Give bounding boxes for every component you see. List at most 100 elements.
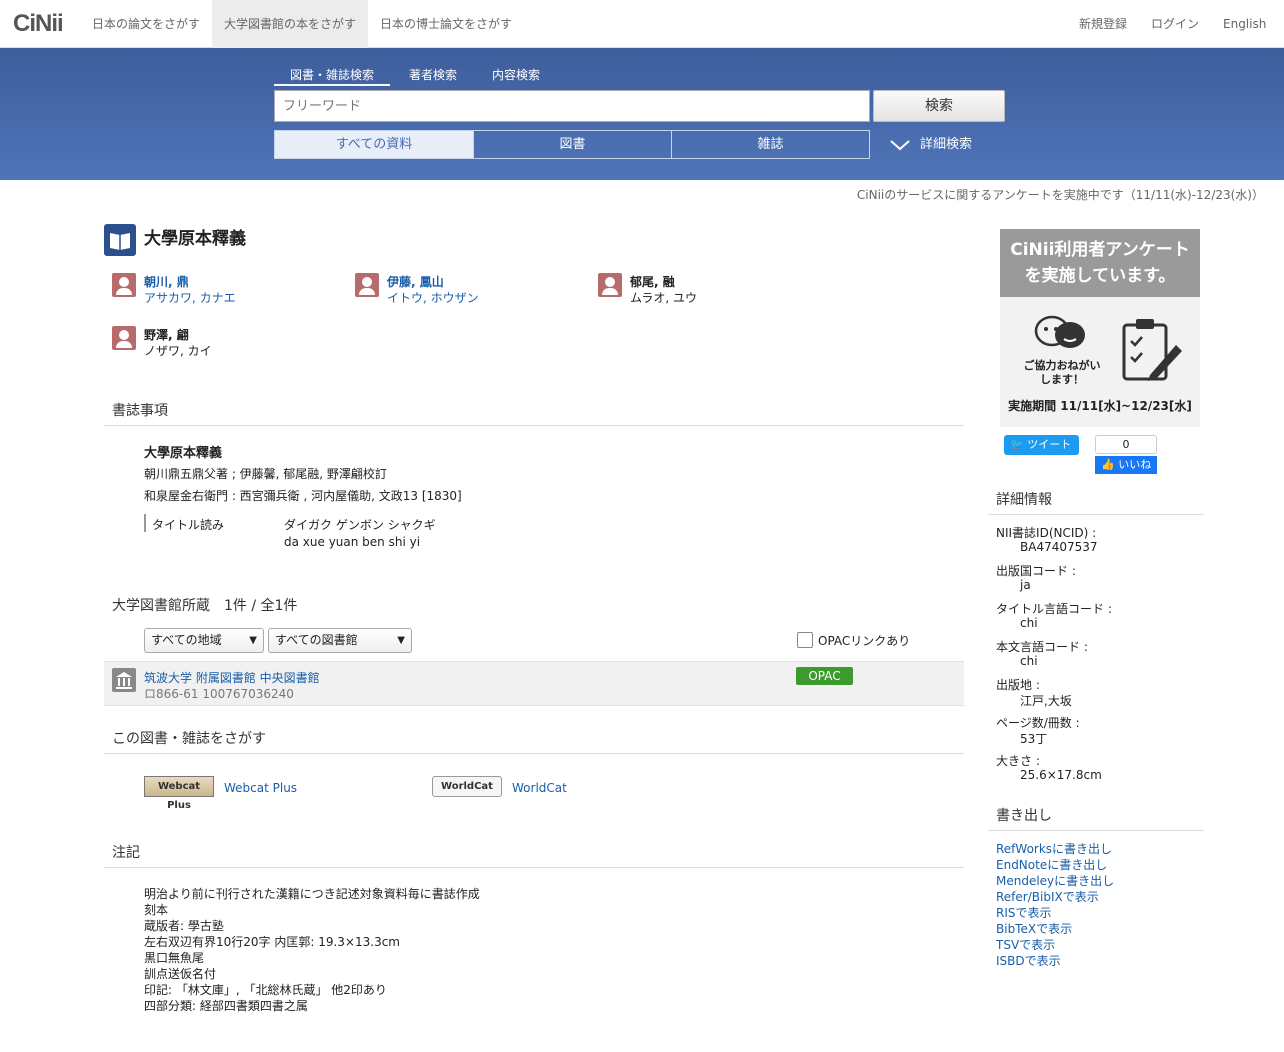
tab-content-search[interactable]: 内容検索	[492, 66, 540, 83]
worldcat-link[interactable]: WorldCat	[512, 781, 567, 795]
search-input[interactable]	[274, 90, 870, 122]
opac-checkbox[interactable]	[797, 632, 813, 648]
bib-responsibility: 朝川鼎五鼎父著 ; 伊藤馨, 郁尾融, 野澤翩校訂	[144, 467, 387, 481]
details-heading: 詳細情報	[996, 492, 1052, 508]
author-name-link[interactable]: 伊藤, 鳳山	[387, 273, 444, 290]
author-item: 野澤, 翩 ノザワ, カイ	[112, 326, 332, 360]
detail-label-size: 大きさ :	[996, 754, 1040, 768]
filter-all[interactable]: すべての資料	[274, 130, 474, 159]
author-name: 野澤, 翩	[144, 328, 189, 342]
detail-label-text-lang: 本文言語コード :	[996, 640, 1088, 654]
bib-publication: 和泉屋金右衛門 : 西宮彌兵衛 , 河内屋儀助, 文政13 [1830]	[144, 489, 462, 503]
opac-button[interactable]: OPAC	[796, 667, 853, 685]
detail-value-text-lang: chi	[1020, 654, 1038, 668]
library-select[interactable]: すべての図書館 ▼	[268, 628, 412, 653]
export-refworks-link[interactable]: RefWorksに書き出し	[996, 840, 1112, 857]
author-kana-link[interactable]: アサカワ, カナエ	[144, 289, 236, 306]
chevron-down-icon: ▼	[249, 635, 257, 646]
detail-value-pages: 53丁	[1020, 732, 1048, 746]
export-mendeley-link[interactable]: Mendeleyに書き出し	[996, 872, 1114, 889]
export-isbd-link[interactable]: ISBDで表示	[996, 952, 1061, 969]
chevron-down-icon: ▼	[397, 635, 405, 646]
library-icon	[112, 668, 136, 692]
region-select[interactable]: すべての地域 ▼	[144, 628, 264, 653]
library-select-value: すべての図書館	[275, 633, 358, 647]
person-icon	[112, 273, 136, 297]
detail-value-place: 江戸,大坂	[1020, 694, 1072, 708]
english-link[interactable]: English	[1223, 0, 1266, 48]
filter-journals[interactable]: 雑誌	[671, 130, 870, 159]
note-line: 蔵版者: 學古塾	[144, 919, 224, 933]
banner-heading: CiNii利用者アンケート を実施しています。	[1000, 229, 1200, 297]
call-number: ロ866-61 100767036240	[144, 687, 294, 701]
clipboard-icon	[1122, 319, 1182, 381]
export-refer-link[interactable]: Refer/BibIXで表示	[996, 888, 1099, 905]
author-kana-link[interactable]: イトウ, ホウザン	[387, 289, 479, 306]
like-label: いいね	[1118, 458, 1152, 471]
advanced-search-label: 詳細検索	[920, 137, 973, 152]
divider	[988, 830, 1204, 831]
login-link[interactable]: ログイン	[1151, 0, 1199, 48]
detail-label-place: 出版地 :	[996, 678, 1040, 692]
banner-caption: ご協力おねがい します！	[1022, 359, 1102, 387]
note-line: 刻本	[144, 903, 169, 917]
library-link[interactable]: 筑波大学 附属図書館 中央図書館	[144, 669, 320, 686]
note-line: 左右双辺有界10行20字 内匡郭: 19.3×13.3cm	[144, 935, 400, 949]
detail-value-ncid: BA47407537	[1020, 540, 1098, 554]
export-bibtex-link[interactable]: BibTeXで表示	[996, 920, 1072, 937]
like-button[interactable]: 👍 いいね	[1095, 456, 1157, 474]
divider	[104, 753, 964, 754]
author-kana: ノザワ, カイ	[144, 344, 212, 358]
detail-value-size: 25.6×17.8cm	[1020, 768, 1102, 782]
person-icon	[355, 273, 379, 297]
chat-bubbles-icon	[1034, 315, 1085, 348]
webcat-plus-link[interactable]: Webcat Plus	[224, 781, 297, 795]
filter-books[interactable]: 図書	[473, 130, 672, 159]
top-nav: CiNii 日本の論文をさがす 大学図書館の本をさがす 日本の博士論文をさがす …	[0, 0, 1284, 48]
author-item: 伊藤, 鳳山 イトウ, ホウザン	[355, 273, 575, 307]
export-tsv-link[interactable]: TSVで表示	[996, 936, 1055, 953]
worldcat-logo[interactable]: WorldCat	[432, 776, 502, 797]
book-icon	[104, 224, 136, 256]
tab-author-search[interactable]: 著者検索	[409, 66, 457, 83]
tab-book-search[interactable]: 図書・雑誌検索	[290, 66, 374, 83]
webcat-plus-logo[interactable]: Webcat Plus	[144, 776, 214, 811]
survey-notice[interactable]: CiNiiのサービスに関するアンケートを実施中です（11/11(水)-12/23…	[857, 186, 1264, 203]
detail-label-country: 出版国コード :	[996, 564, 1076, 578]
note-line: 四部分類: 経部四書類四書之属	[144, 999, 308, 1013]
nav-tab-dissertations[interactable]: 日本の博士論文をさがす	[368, 0, 524, 48]
author-item: 朝川, 鼎 アサカワ, カナエ	[112, 273, 332, 307]
author-item: 郁尾, 融 ムラオ, ユウ	[598, 273, 818, 307]
survey-banner[interactable]: CiNii利用者アンケート を実施しています。 ご協力おねがい します！ 実施期…	[1000, 229, 1200, 427]
search-button[interactable]: 検索	[873, 90, 1005, 122]
export-ris-link[interactable]: RISで表示	[996, 904, 1052, 921]
thumbs-up-icon: 👍	[1101, 458, 1115, 471]
cinii-logo[interactable]: CiNii	[13, 10, 64, 38]
chevron-down-icon	[890, 139, 910, 150]
holdings-heading: 大学図書館所蔵 1件 / 全1件	[112, 598, 298, 614]
detail-label-ncid: NII書誌ID(NCID) :	[996, 526, 1097, 540]
nav-tab-books[interactable]: 大学図書館の本をさがす	[212, 0, 369, 48]
export-heading: 書き出し	[996, 808, 1052, 824]
tweet-button[interactable]: 🐦 ツイート	[1004, 435, 1079, 455]
banner-line1: CiNii利用者アンケート	[1010, 240, 1190, 260]
bib-title: 大學原本釋義	[144, 446, 223, 461]
detail-value-country: ja	[1020, 578, 1031, 592]
divider	[988, 514, 1204, 515]
banner-period: 実施期間 11/11[水]~12/23[水]	[1008, 399, 1192, 413]
detail-label-pages: ページ数/冊数 :	[996, 716, 1080, 730]
divider	[104, 425, 964, 426]
register-link[interactable]: 新規登録	[1079, 0, 1127, 48]
author-name-link[interactable]: 朝川, 鼎	[144, 273, 189, 290]
like-count: 0	[1095, 435, 1157, 454]
author-name: 郁尾, 融	[630, 275, 675, 289]
advanced-search-toggle[interactable]: 詳細検索	[890, 130, 972, 159]
opac-checkbox-label[interactable]: OPACリンクあり	[818, 632, 910, 649]
reading-roman: da xue yuan ben shi yi	[284, 535, 421, 549]
author-kana: ムラオ, ユウ	[630, 291, 698, 305]
export-endnote-link[interactable]: EndNoteに書き出し	[996, 856, 1107, 873]
person-icon	[112, 326, 136, 350]
region-select-value: すべての地域	[151, 633, 222, 647]
nav-tab-articles[interactable]: 日本の論文をさがす	[80, 0, 212, 48]
bib-heading: 書誌事項	[112, 403, 168, 419]
